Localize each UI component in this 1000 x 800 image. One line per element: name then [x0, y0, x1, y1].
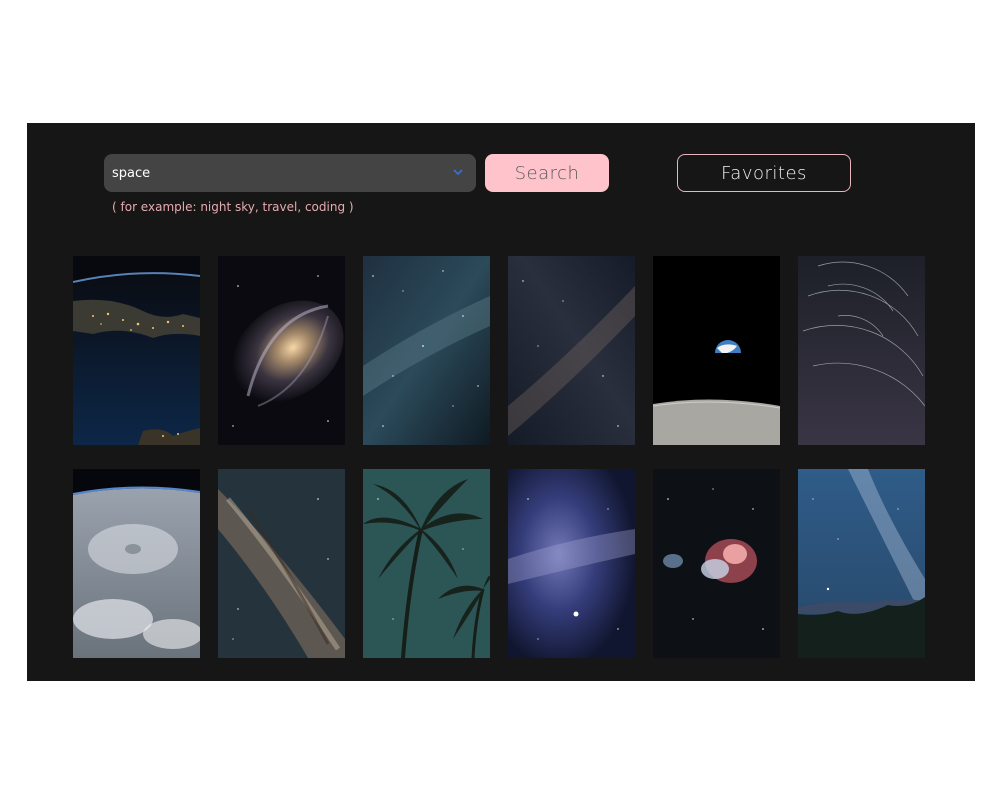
chevron-down-icon[interactable]	[452, 167, 464, 177]
search-hint: ( for example: night sky, travel, coding…	[112, 200, 354, 214]
photo-orion-nebula[interactable]	[653, 469, 780, 658]
favorites-button[interactable]: Favorites	[677, 154, 851, 192]
photo-spiral-galaxy[interactable]	[218, 256, 345, 445]
photo-earthrise-over-moon[interactable]	[653, 256, 780, 445]
search-button[interactable]: Search	[485, 154, 609, 192]
photo-milky-way-core[interactable]	[218, 469, 345, 658]
photo-blue-starfield[interactable]	[508, 469, 635, 658]
photo-star-trails[interactable]	[798, 256, 925, 445]
photo-milky-way-band[interactable]	[508, 256, 635, 445]
photo-palm-trees-night-sky[interactable]	[363, 469, 490, 658]
photo-earth-from-orbit[interactable]	[73, 256, 200, 445]
search-box[interactable]	[104, 154, 476, 192]
photo-hurricane-from-orbit[interactable]	[73, 469, 200, 658]
search-input[interactable]	[112, 165, 432, 181]
photo-milky-way-over-forest[interactable]	[798, 469, 925, 658]
app-container: Search Favorites ( for example: night sk…	[27, 123, 975, 681]
photo-milky-way-starfield[interactable]	[363, 256, 490, 445]
